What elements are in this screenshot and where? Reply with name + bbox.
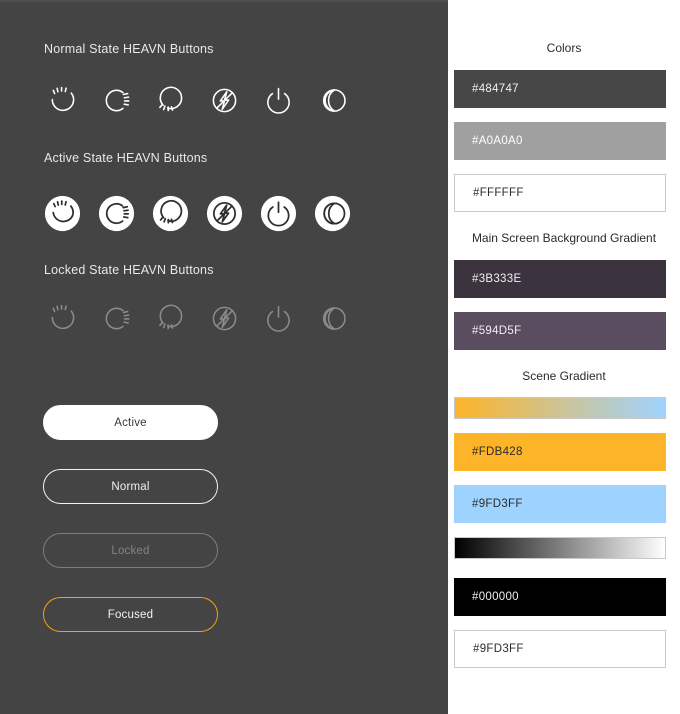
moon-icon — [314, 300, 351, 337]
icon-row-active — [44, 195, 351, 232]
moon-icon[interactable] — [314, 82, 351, 119]
high-beam-icon — [44, 300, 81, 337]
group-title-scene-gradient: Scene Gradient — [522, 369, 606, 383]
down-beam-icon[interactable] — [152, 195, 189, 232]
group-title-colors: Colors — [546, 41, 582, 55]
pill-button-locked: Locked — [43, 533, 218, 568]
heavn-buttons-panel: Normal State HEAVN Buttons Active State … — [0, 0, 448, 714]
grayscale-gradient-bar — [454, 537, 666, 559]
side-beam-icon — [98, 300, 135, 337]
pill-button-focused[interactable]: Focused — [43, 597, 218, 632]
hazard-lightning-icon[interactable] — [206, 82, 243, 119]
pill-button-active[interactable]: Active — [43, 405, 218, 440]
color-swatch: #FFFFFF — [454, 174, 666, 212]
color-swatch: #000000 — [454, 578, 666, 616]
group-title-main-screen-background-gradient: Main Screen Background Gradient — [471, 231, 657, 245]
color-swatch: #3B333E — [454, 260, 666, 298]
hazard-lightning-icon — [206, 300, 243, 337]
color-swatch: #A0A0A0 — [454, 122, 666, 160]
icon-row-locked — [44, 300, 351, 337]
color-palette-panel: Colors #484747 #A0A0A0 #FFFFFF Main Scre… — [448, 0, 680, 714]
color-swatch: #FDB428 — [454, 433, 666, 471]
side-beam-icon[interactable] — [98, 82, 135, 119]
color-swatch: #594D5F — [454, 312, 666, 350]
scene-gradient-bar — [454, 397, 666, 419]
power-icon[interactable] — [260, 195, 297, 232]
icon-row-normal — [44, 82, 351, 119]
down-beam-icon — [152, 300, 189, 337]
hazard-lightning-icon[interactable] — [206, 195, 243, 232]
color-swatch: #9FD3FF — [454, 630, 666, 668]
power-icon[interactable] — [260, 82, 297, 119]
moon-icon[interactable] — [314, 195, 351, 232]
design-spec-page: Normal State HEAVN Buttons Active State … — [0, 0, 680, 714]
section-title-active: Active State HEAVN Buttons — [44, 151, 208, 165]
power-icon — [260, 300, 297, 337]
down-beam-icon[interactable] — [152, 82, 189, 119]
side-beam-icon[interactable] — [98, 195, 135, 232]
color-swatch: #9FD3FF — [454, 485, 666, 523]
high-beam-icon[interactable] — [44, 195, 81, 232]
section-title-normal: Normal State HEAVN Buttons — [44, 42, 214, 56]
high-beam-icon[interactable] — [44, 82, 81, 119]
section-title-locked: Locked State HEAVN Buttons — [44, 263, 214, 277]
color-swatch: #484747 — [454, 70, 666, 108]
pill-button-normal[interactable]: Normal — [43, 469, 218, 504]
